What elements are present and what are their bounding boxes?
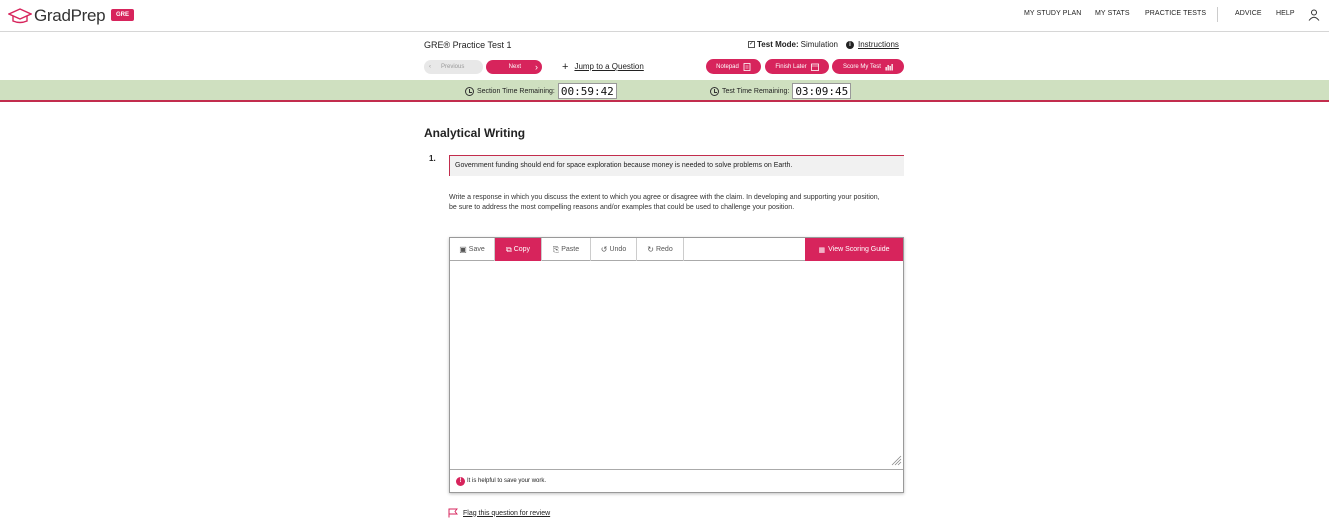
section-timer-value: 00:59:42: [557, 83, 617, 99]
question-directions: Write a response in which you discuss th…: [449, 194, 880, 211]
chevron-right-icon: ›: [535, 62, 538, 72]
copy-label: Copy: [513, 246, 531, 253]
nav-advice[interactable]: ADVICE: [1235, 10, 1262, 17]
nav-my-stats[interactable]: MY STATS: [1095, 10, 1130, 17]
finish-later-button[interactable]: Finish Later: [765, 59, 829, 74]
user-account-icon[interactable]: [1308, 9, 1320, 21]
copy-button[interactable]: ⧉ Copy: [495, 238, 542, 261]
alert-icon: !: [456, 476, 465, 486]
flag-question-link[interactable]: Flag this question for review: [448, 508, 550, 518]
plus-icon: +: [562, 60, 569, 73]
gradprep-logo[interactable]: GradPrep: [8, 6, 106, 26]
redo-icon: ↻: [647, 245, 654, 254]
test-mode: ✓ Test Mode: Simulation i Instructions: [748, 40, 899, 49]
section-title: Analytical Writing: [424, 126, 526, 140]
section-timer: Section Time Remaining: 00:59:42: [465, 83, 617, 99]
editor-footer: ! It is helpful to save your work.: [450, 469, 903, 492]
question-prompt: Government funding should end for space …: [449, 155, 904, 176]
info-icon: i: [846, 40, 854, 49]
jump-label: Jump to a Question: [574, 62, 644, 71]
redo-button[interactable]: ↻ Redo: [637, 238, 684, 261]
test-timer: Test Time Remaining: 03:09:45: [710, 83, 852, 99]
paste-button[interactable]: ⎘ Paste: [542, 238, 591, 261]
notepad-button[interactable]: Notepad: [706, 59, 761, 74]
notepad-icon: [743, 62, 751, 71]
paste-icon: ⎘: [552, 244, 560, 254]
graduation-cap-icon: [8, 8, 32, 24]
section-timer-label: Section Time Remaining:: [477, 87, 555, 95]
calendar-icon: [810, 63, 819, 71]
view-scoring-guide-button[interactable]: ▦ View Scoring Guide: [805, 238, 903, 261]
finish-later-label: Finish Later: [775, 63, 807, 70]
test-mode-label: Test Mode:: [757, 40, 799, 49]
flag-icon: [448, 508, 458, 518]
save-icon: ▣: [459, 245, 467, 254]
notepad-label: Notepad: [716, 63, 739, 70]
undo-icon: ↺: [600, 245, 608, 254]
clock-icon: [465, 86, 474, 96]
bar-chart-icon: [885, 63, 893, 70]
redo-label: Redo: [655, 246, 673, 253]
test-title: GRE® Practice Test 1: [424, 40, 512, 50]
flag-label: Flag this question for review: [463, 509, 551, 517]
nav-help[interactable]: HELP: [1276, 10, 1295, 17]
scoring-guide-label: View Scoring Guide: [828, 246, 890, 253]
essay-editor: ▣ Save ⧉ Copy ⎘ Paste ↺ Undo ↻ Redo ▦ Vi…: [449, 237, 904, 493]
chevron-left-icon: ‹: [429, 64, 431, 70]
jump-to-question-link[interactable]: + Jump to a Question: [562, 60, 644, 73]
test-mode-value: Simulation: [800, 40, 838, 49]
nav-divider: [1217, 7, 1218, 22]
save-button[interactable]: ▣ Save: [450, 238, 495, 261]
table-icon: ▦: [818, 246, 826, 254]
question-number: 1.: [429, 154, 436, 163]
next-button[interactable]: Next ›: [486, 60, 542, 74]
logo-text: GradPrep: [34, 6, 106, 25]
undo-button[interactable]: ↺ Undo: [591, 238, 637, 261]
gre-badge: GRE: [111, 9, 134, 21]
previous-label: Previous: [441, 64, 465, 70]
instructions-link[interactable]: Instructions: [858, 40, 899, 49]
undo-label: Undo: [609, 246, 627, 253]
score-my-test-button[interactable]: Score My Test: [832, 59, 904, 74]
copy-icon: ⧉: [505, 244, 512, 254]
save-reminder: It is helpful to save your work.: [467, 478, 547, 484]
top-navbar: GradPrep GRE MY STUDY PLAN MY STATS PRAC…: [0, 0, 1329, 32]
score-label: Score My Test: [843, 63, 881, 70]
next-label: Next: [508, 64, 521, 70]
nav-my-study-plan[interactable]: MY STUDY PLAN: [1024, 10, 1081, 17]
paste-label: Paste: [561, 246, 580, 253]
essay-response-textarea[interactable]: [450, 261, 903, 468]
resize-handle-icon[interactable]: [890, 454, 902, 466]
nav-practice-tests[interactable]: PRACTICE TESTS: [1145, 10, 1206, 17]
timer-bar: Section Time Remaining: 00:59:42 Test Ti…: [0, 80, 1329, 102]
test-timer-label: Test Time Remaining:: [722, 87, 790, 95]
test-mode-checkbox[interactable]: ✓: [748, 41, 755, 48]
save-label: Save: [468, 246, 485, 253]
previous-button[interactable]: ‹ Previous: [424, 60, 483, 74]
test-timer-value: 03:09:45: [792, 83, 852, 99]
clock-icon: [710, 86, 719, 96]
